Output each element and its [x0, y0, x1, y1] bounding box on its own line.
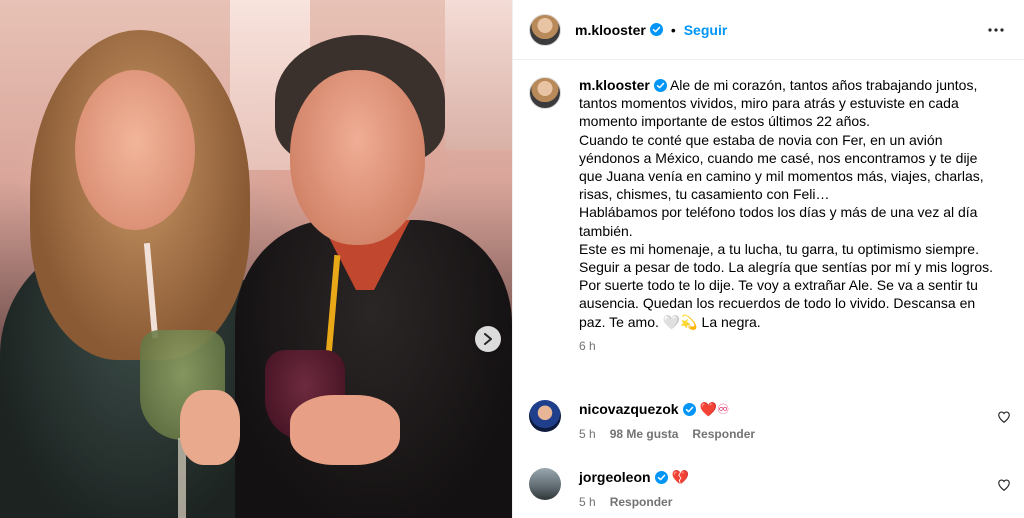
photo-person-man-face [290, 70, 425, 245]
comment-reply-button[interactable]: Responder [692, 427, 755, 441]
author-username[interactable]: m.klooster [575, 22, 646, 38]
post-header: m.klooster • Seguir [513, 0, 1024, 60]
verified-badge-icon [649, 23, 663, 36]
follow-button[interactable]: Seguir [684, 22, 728, 38]
comment-timestamp[interactable]: 5 h [579, 495, 596, 509]
verified-badge-icon [682, 403, 696, 416]
post-timestamp[interactable]: 6 h [579, 339, 999, 353]
comment-text: 💔 [671, 469, 689, 485]
caption-text-line: Este es mi homenaje, a tu lucha, tu garr… [579, 240, 994, 276]
carousel-next-button[interactable] [475, 326, 501, 352]
caption: m.klooster Ale de mi corazón, tantos año… [513, 60, 1024, 353]
more-options-button[interactable] [984, 18, 1008, 42]
caption-text-line: Por suerte todo te lo dije. Te voy a ext… [579, 277, 978, 330]
separator-dot: • [670, 21, 676, 38]
caption-text-line: Cuando te conté que estaba de novia con … [579, 131, 984, 203]
avatar[interactable] [529, 400, 561, 432]
comment-username[interactable]: jorgeoleon [579, 469, 651, 485]
caption-username[interactable]: m.klooster [579, 77, 650, 93]
post-photo[interactable] [0, 0, 512, 518]
photo-hand [180, 390, 240, 465]
avatar[interactable] [529, 13, 561, 46]
comment-item: nicovazquezok ❤️♾ 5 h 98 Me gusta Respon… [513, 400, 1024, 441]
heart-outline-icon[interactable] [997, 478, 1011, 492]
avatar[interactable] [529, 468, 561, 500]
verified-badge-icon [653, 79, 667, 92]
caption-text-line: Hablábamos por teléfono todos los días y… [579, 204, 978, 239]
post-details-panel: m.klooster • Seguir m.klooster Ale de mi… [512, 0, 1024, 518]
heart-outline-icon[interactable] [997, 410, 1011, 424]
comment-timestamp[interactable]: 5 h [579, 427, 596, 441]
more-options-icon [988, 27, 1004, 32]
chevron-right-icon [484, 333, 492, 345]
comment-text: ❤️♾ [699, 401, 730, 417]
verified-badge-icon [654, 471, 668, 484]
comment-username[interactable]: nicovazquezok [579, 401, 679, 417]
photo-window [445, 0, 512, 150]
photo-hand [290, 395, 400, 465]
comment-likes-count[interactable]: 98 Me gusta [610, 427, 679, 441]
comment-item: jorgeoleon 💔 5 h Responder [513, 468, 1024, 509]
comment-reply-button[interactable]: Responder [610, 495, 673, 509]
photo-person-woman-face [75, 70, 195, 230]
avatar[interactable] [529, 77, 561, 109]
